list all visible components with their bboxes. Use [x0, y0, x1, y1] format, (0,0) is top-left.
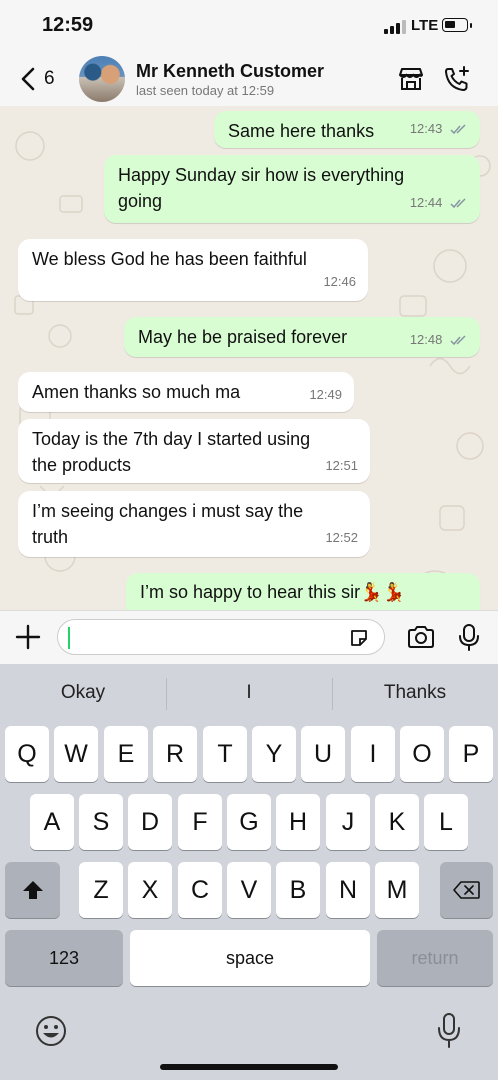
key-l[interactable]: L — [424, 794, 468, 850]
key-e[interactable]: E — [104, 726, 148, 782]
key-t[interactable]: T — [203, 726, 247, 782]
message-text: Amen thanks so much ma — [32, 382, 241, 402]
key-v[interactable]: V — [227, 862, 271, 918]
message-time: 12:48 — [409, 332, 443, 347]
contact-avatar[interactable] — [79, 56, 125, 102]
battery-icon — [442, 18, 468, 32]
message-bubble-outgoing[interactable]: Happy Sunday sir how is everything going… — [104, 155, 480, 223]
chat-header: 6 Mr Kenneth Customer last seen today at… — [0, 52, 498, 107]
numbers-key[interactable]: 123 — [5, 930, 123, 986]
read-ticks-icon — [450, 198, 466, 209]
home-indicator — [160, 1064, 338, 1070]
dictation-mic-icon[interactable] — [436, 1012, 462, 1050]
key-q[interactable]: Q — [5, 726, 49, 782]
message-time: 12:43 — [409, 121, 443, 136]
shift-key[interactable] — [5, 862, 60, 918]
sticker-icon[interactable] — [348, 627, 370, 649]
microphone-icon[interactable] — [454, 622, 484, 652]
key-s[interactable]: S — [79, 794, 123, 850]
message-text: I’m so happy to hear this sir💃💃 — [140, 582, 405, 602]
battery-tip — [470, 23, 472, 28]
message-bubble-incoming[interactable]: Today is the 7th day I started using the… — [18, 419, 370, 483]
key-m[interactable]: M — [375, 862, 419, 918]
suggestion-okay[interactable]: Okay — [0, 682, 166, 704]
message-text: Today is the 7th day I started using — [32, 429, 311, 449]
read-ticks-icon — [450, 124, 466, 135]
camera-icon[interactable] — [406, 622, 436, 652]
key-u[interactable]: U — [301, 726, 345, 782]
keyboard: Okay I Thanks Q W E R T Y U I O P A S D … — [0, 664, 498, 1080]
key-w[interactable]: W — [54, 726, 98, 782]
message-bubble-outgoing[interactable]: I’m so happy to hear this sir💃💃 — [126, 573, 480, 610]
message-meta: 12:46 — [323, 269, 356, 295]
key-g[interactable]: G — [227, 794, 271, 850]
key-y[interactable]: Y — [252, 726, 296, 782]
space-key[interactable]: space — [130, 930, 370, 986]
add-call-icon[interactable] — [442, 64, 472, 94]
message-meta: 12:49 — [309, 382, 342, 408]
signal-icon — [384, 20, 406, 34]
key-x[interactable]: X — [128, 862, 172, 918]
network-label: LTE — [411, 17, 439, 34]
key-j[interactable]: J — [326, 794, 370, 850]
message-bubble-incoming[interactable]: I’m seeing changes i must say the truth … — [18, 491, 370, 557]
text-cursor — [68, 627, 70, 649]
key-c[interactable]: C — [178, 862, 222, 918]
message-meta: 12:51 — [325, 453, 358, 479]
message-time: 12:49 — [309, 387, 342, 402]
plus-attach-icon[interactable] — [13, 622, 43, 652]
message-time: 12:52 — [325, 530, 358, 545]
message-text: truth — [32, 527, 69, 547]
key-b[interactable]: B — [276, 862, 320, 918]
message-text: We bless God he has been faithful — [32, 249, 307, 269]
shift-arrow-icon — [22, 881, 43, 899]
message-time: 12:44 — [409, 195, 443, 210]
suggestion-thanks[interactable]: Thanks — [332, 682, 498, 704]
message-bubble-outgoing[interactable]: May he be praised forever 12:48 — [124, 317, 480, 357]
message-bubble-outgoing[interactable]: Same here thanks 12:43 — [214, 111, 480, 148]
key-z[interactable]: Z — [79, 862, 123, 918]
message-meta: 12:52 — [325, 525, 358, 551]
chat-messages: Same here thanks 12:43 Happy Sunday sir … — [0, 106, 498, 610]
unread-count[interactable]: 6 — [44, 68, 55, 90]
contact-name[interactable]: Mr Kenneth Customer — [136, 61, 324, 82]
key-i[interactable]: I — [351, 726, 395, 782]
catalog-shop-icon[interactable] — [396, 64, 426, 94]
key-n[interactable]: N — [326, 862, 370, 918]
key-a[interactable]: A — [30, 794, 74, 850]
key-o[interactable]: O — [400, 726, 444, 782]
return-key[interactable]: return — [377, 930, 493, 986]
message-time: 12:46 — [323, 274, 356, 289]
status-bar: 12:59 LTE — [0, 0, 498, 52]
suggestion-i[interactable]: I — [166, 682, 332, 704]
message-meta: 12:44 — [410, 190, 468, 216]
message-input[interactable] — [57, 619, 385, 655]
backspace-key[interactable] — [440, 862, 493, 918]
message-meta: 12:48 — [410, 327, 468, 353]
message-meta: 12:43 — [410, 116, 468, 142]
key-r[interactable]: R — [153, 726, 197, 782]
backspace-icon — [452, 881, 480, 899]
key-d[interactable]: D — [128, 794, 172, 850]
key-p[interactable]: P — [449, 726, 493, 782]
message-text: Happy Sunday sir how is everything — [118, 165, 405, 185]
message-input-bar — [0, 610, 498, 665]
message-time: 12:51 — [325, 458, 358, 473]
message-text: I’m seeing changes i must say the — [32, 501, 304, 521]
last-seen: last seen today at 12:59 — [136, 83, 275, 98]
message-bubble-incoming[interactable]: We bless God he has been faithful 12:46 — [18, 239, 368, 301]
status-time: 12:59 — [42, 14, 94, 36]
key-f[interactable]: F — [178, 794, 222, 850]
emoji-icon[interactable] — [34, 1014, 68, 1048]
back-chevron-icon[interactable] — [14, 64, 44, 94]
key-k[interactable]: K — [375, 794, 419, 850]
message-text: the products — [32, 455, 132, 475]
message-bubble-incoming[interactable]: Amen thanks so much ma 12:49 — [18, 372, 354, 412]
key-h[interactable]: H — [276, 794, 320, 850]
read-ticks-icon — [450, 335, 466, 346]
